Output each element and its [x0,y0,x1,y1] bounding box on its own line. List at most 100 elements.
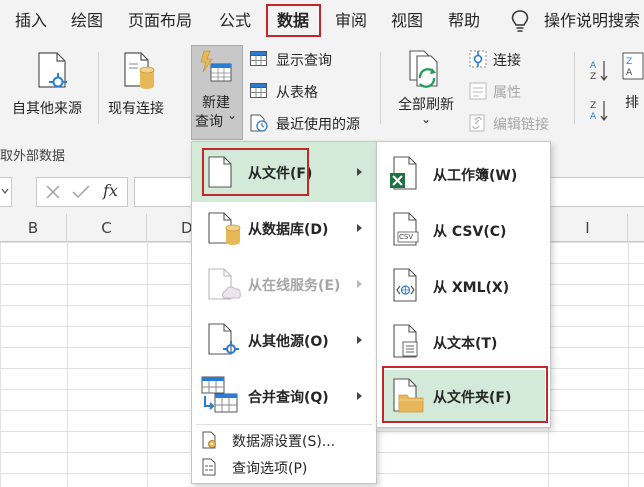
menu-item-label: 数据源设置(S)... [232,434,336,450]
svg-text:A: A [626,68,633,78]
menu-item-from-text[interactable]: 从文本(T) [377,314,550,370]
chevron-down-icon: ⌄ [421,112,432,126]
menu-item-label: 从其他源(O) [248,334,329,350]
menu-item-label: 查询选项(P) [232,461,308,477]
document-connector-icon [208,323,239,355]
settings-document-icon [202,431,216,449]
column-header-c[interactable]: C [67,214,147,242]
submenu-arrow-icon [357,224,362,232]
menu-item-from-online-services[interactable]: 从在线服务(E) [192,256,376,312]
menu-item-label: 合并查询(Q) [248,390,329,406]
sort-dialog-icon[interactable]: Z A [622,52,644,82]
tab-review[interactable]: 审阅 [335,0,367,42]
submenu-arrow-icon [357,392,362,400]
chevron-down-icon [1,188,9,194]
from-folder-annotation [382,366,548,423]
tell-me-search[interactable]: 操作说明搜索 [544,0,640,42]
show-queries-label: 显示查询 [276,53,332,69]
insert-function-button[interactable]: fx [103,181,118,200]
recent-sources-button[interactable]: 最近使用的源 [249,112,374,134]
grid-line [147,242,148,487]
tab-view[interactable]: 视图 [391,0,423,42]
menu-item-from-database[interactable]: 从数据库(D) [192,200,376,256]
menu-item-label: 从工作簿(W) [433,168,518,184]
svg-text:A: A [590,61,597,71]
tab-insert[interactable]: 插入 [15,0,47,42]
table-icon [250,51,267,66]
tab-help[interactable]: 帮助 [448,0,480,42]
menu-item-combine-queries[interactable]: 合并查询(Q) [192,368,376,424]
svg-text:Z: Z [590,72,596,82]
tab-draw[interactable]: 绘图 [71,0,103,42]
sort-az-icon[interactable]: A Z [590,59,610,82]
menu-item-query-options[interactable]: 查询选项(P) [192,454,376,480]
submenu-arrow-icon [357,168,362,176]
edit-links-label: 编辑链接 [493,117,549,133]
existing-connections-label: 现有连接 [108,101,164,117]
grid-line [67,242,68,487]
options-document-icon [202,458,216,476]
xml-file-icon [393,268,417,302]
cloud-document-icon [208,268,241,300]
from-other-sources-button[interactable]: 自其他来源 [8,48,90,128]
show-queries-button[interactable]: 显示查询 [249,48,369,70]
menu-item-label: 从 XML(X) [433,280,510,296]
separator [574,52,575,124]
new-query-menu: 从文件(F) 从数据库(D) 从在线服务(E) 从其他源(O) 合并查询(Q) … [191,141,377,484]
column-header-i[interactable]: I [548,214,628,242]
svg-text:Z: Z [590,101,596,111]
document-database-icon [124,52,155,89]
menu-item-from-other-sources[interactable]: 从其他源(O) [192,312,376,368]
menu-item-label: 从 CSV(C) [433,224,507,240]
enter-check-icon[interactable] [72,184,90,200]
menu-item-from-csv[interactable]: CSV 从 CSV(C) [377,202,550,258]
menu-item-label: 从文本(T) [433,336,498,352]
connections-icon [469,50,487,68]
column-header-b[interactable]: B [0,214,67,242]
tab-data-annotation [266,4,321,37]
document-clock-icon [250,114,268,132]
properties-icon [469,82,487,100]
separator [98,52,99,124]
combine-queries-icon [201,376,238,413]
sort-za-icon[interactable]: Z A [590,99,610,122]
menu-item-label: 从在线服务(E) [248,278,341,294]
cancel-icon[interactable] [45,184,61,200]
new-query-label-2: 查询 [195,114,223,130]
from-table-label: 从表格 [276,85,318,101]
menu-item-data-source-settings[interactable]: 数据源设置(S)... [192,427,376,453]
formula-buttons: fx [36,177,128,207]
lightbulb-icon [511,10,529,32]
from-file-submenu: 从工作簿(W) CSV 从 CSV(C) 从 XML(X) 从文本(T) 从文件… [376,141,551,428]
svg-text:A: A [590,112,597,122]
menu-item-from-workbook[interactable]: 从工作簿(W) [377,146,550,202]
refresh-all-label: 全部刷新 [398,97,454,113]
menu-item-from-xml[interactable]: 从 XML(X) [377,258,550,314]
edit-links-button[interactable]: 编辑链接 [468,112,563,134]
new-query-icon [200,50,232,82]
properties-button[interactable]: 属性 [468,80,548,102]
excel-workbook-icon [390,156,417,190]
text-file-icon [393,324,418,358]
submenu-arrow-icon [357,336,362,344]
connections-button[interactable]: 连接 [468,48,548,70]
refresh-all-button[interactable]: 全部刷新 ⌄ [393,48,463,140]
existing-connections-button[interactable]: 现有连接 [104,48,174,128]
from-table-button[interactable]: 从表格 [249,80,369,102]
tab-page-layout[interactable]: 页面布局 [128,0,192,42]
from-other-sources-label: 自其他来源 [12,101,82,117]
svg-text:Z: Z [626,57,632,67]
submenu-arrow-icon [357,280,362,288]
csv-icon-text: CSV [399,233,414,241]
new-query-button[interactable]: 新建 查询 ⌄ [191,45,243,140]
tab-formulas[interactable]: 公式 [219,0,251,42]
recent-sources-label: 最近使用的源 [276,117,360,133]
new-query-label-1: 新建 [202,95,230,111]
sort-label: 排 [625,95,639,111]
menu-separator [196,424,372,425]
from-file-annotation [202,148,309,196]
separator [380,52,381,124]
table-icon [250,83,267,98]
chevron-down-icon: ⌄ [227,108,238,122]
edit-links-icon [469,114,485,132]
